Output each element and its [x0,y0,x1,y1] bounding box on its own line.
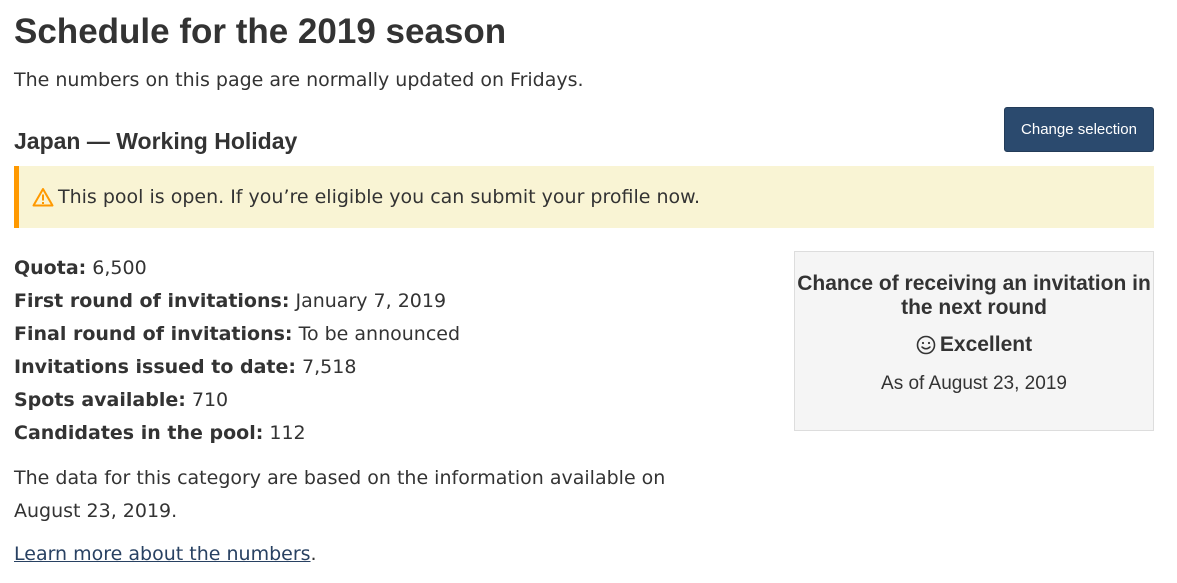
learn-more-link[interactable]: Learn more about the numbers [14,543,311,565]
smiley-face-icon [916,335,936,355]
detail-value: 6,500 [92,257,147,279]
chance-heading: Chance of receiving an invitation in the… [797,272,1151,319]
detail-label: Candidates in the pool: [14,422,264,444]
update-note: The numbers on this page are normally up… [14,69,584,91]
detail-label: Quota: [14,257,87,279]
detail-value: 710 [191,389,229,411]
detail-label: Final round of invitations: [14,323,293,345]
change-selection-button[interactable]: Change selection [1004,107,1154,152]
learn-more-line: Learn more about the numbers. [14,540,317,568]
category-heading: Japan — Working Holiday [14,128,298,154]
detail-label: Invitations issued to date: [14,356,296,378]
page: Schedule for the 2019 season The numbers… [0,0,1177,583]
pool-status-alert: This pool is open. If you’re eligible yo… [14,166,1154,228]
alert-message: This pool is open. If you’re eligible yo… [58,186,700,208]
page-title: Schedule for the 2019 season [14,12,507,51]
chance-as-of-date: As of August 23, 2019 [881,373,1067,394]
detail-label: Spots available: [14,389,186,411]
warning-triangle-icon [32,187,54,207]
detail-spots-available: Spots available: 710 [14,385,460,418]
detail-candidates-in-pool: Candidates in the pool: 112 [14,418,460,451]
learn-more-suffix: . [310,543,317,565]
detail-invitations-issued: Invitations issued to date: 7,518 [14,352,460,385]
chance-rating-text: Excellent [939,333,1033,356]
invitation-chance-panel: Chance of receiving an invitation in the… [794,251,1154,431]
detail-value: To be announced [298,323,461,345]
detail-quota: Quota: 6,500 [14,253,460,286]
detail-value: 7,518 [302,356,357,378]
pool-details-list: Quota: 6,500 First round of invitations:… [14,253,460,451]
detail-first-round: First round of invitations: January 7, 2… [14,286,460,319]
detail-label: First round of invitations: [14,290,290,312]
detail-value: January 7, 2019 [295,290,447,312]
detail-final-round: Final round of invitations: To be announ… [14,319,460,352]
data-availability-note: The data for this category are based on … [14,467,666,522]
chance-rating: Excellent [795,332,1153,358]
detail-value: 112 [269,422,306,444]
